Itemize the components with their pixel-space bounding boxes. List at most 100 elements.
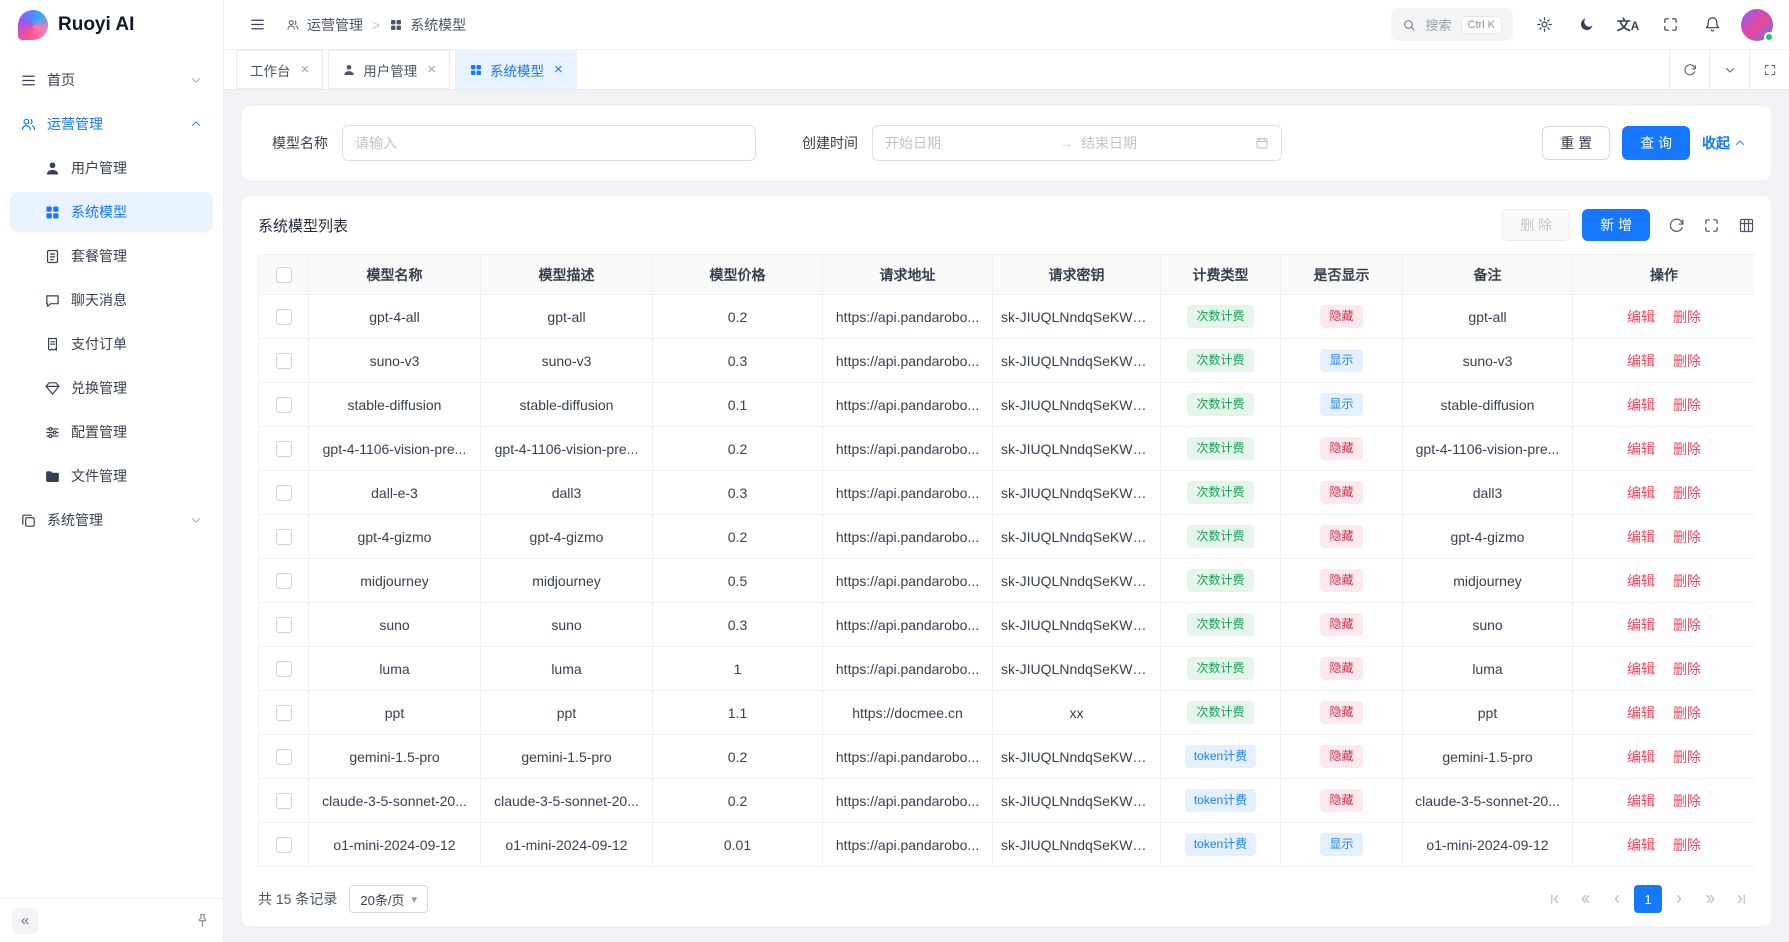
delete-link[interactable]: 删除 xyxy=(1673,441,1701,457)
query-button[interactable]: 查 询 xyxy=(1622,126,1690,160)
edit-link[interactable]: 编辑 xyxy=(1627,309,1655,325)
refresh-icon[interactable] xyxy=(1669,50,1709,89)
jump-forward-button[interactable] xyxy=(1696,885,1724,913)
tab-user-management[interactable]: 用户管理 × xyxy=(328,50,450,89)
cell-actions: 编辑 删除 xyxy=(1573,295,1756,339)
row-checkbox[interactable] xyxy=(276,441,292,457)
edit-link[interactable]: 编辑 xyxy=(1627,441,1655,457)
delete-link[interactable]: 删除 xyxy=(1673,661,1701,677)
edit-link[interactable]: 编辑 xyxy=(1627,573,1655,589)
fullscreen-icon[interactable] xyxy=(1653,8,1687,42)
sidebar-item-user-management[interactable]: 用户管理 xyxy=(10,148,213,188)
row-checkbox[interactable] xyxy=(276,529,292,545)
notification-bell-icon[interactable] xyxy=(1695,8,1729,42)
previous-page-button[interactable] xyxy=(1603,885,1631,913)
delete-link[interactable]: 删除 xyxy=(1673,705,1701,721)
page-size-select[interactable]: 20条/页 ▾ xyxy=(349,885,428,913)
sidebar-item-system-model[interactable]: 系统模型 xyxy=(10,192,213,232)
delete-link[interactable]: 删除 xyxy=(1673,749,1701,765)
row-checkbox[interactable] xyxy=(276,397,292,413)
delete-link[interactable]: 删除 xyxy=(1673,617,1701,633)
chevron-down-icon[interactable] xyxy=(1709,50,1749,89)
edit-link[interactable]: 编辑 xyxy=(1627,661,1655,677)
end-date-input[interactable] xyxy=(1081,135,1247,151)
sidebar-item-config-management[interactable]: 配置管理 xyxy=(10,412,213,452)
content-fullscreen-icon[interactable] xyxy=(1749,50,1789,89)
sidebar-item-system-management[interactable]: 系统管理 xyxy=(10,500,213,540)
cell-model-price: 1 xyxy=(653,647,823,691)
settings-gear-icon[interactable] xyxy=(1527,8,1561,42)
column-settings-icon[interactable] xyxy=(1738,217,1755,234)
edit-link[interactable]: 编辑 xyxy=(1627,837,1655,853)
row-checkbox[interactable] xyxy=(276,353,292,369)
edit-link[interactable]: 编辑 xyxy=(1627,397,1655,413)
edit-link[interactable]: 编辑 xyxy=(1627,353,1655,369)
row-checkbox[interactable] xyxy=(276,837,292,853)
reset-button[interactable]: 重 置 xyxy=(1542,126,1610,160)
avatar[interactable] xyxy=(1741,9,1773,41)
edit-link[interactable]: 编辑 xyxy=(1627,485,1655,501)
billing-type-tag: 次数计费 xyxy=(1187,437,1253,460)
collapse-filter-link[interactable]: 收起 xyxy=(1702,133,1747,153)
row-checkbox[interactable] xyxy=(276,793,292,809)
search-input[interactable]: 搜索 Ctrl K xyxy=(1391,8,1513,41)
table-fullscreen-icon[interactable] xyxy=(1703,217,1720,234)
edit-link[interactable]: 编辑 xyxy=(1627,793,1655,809)
last-page-button[interactable] xyxy=(1727,885,1755,913)
breadcrumb-system-model[interactable]: 系统模型 xyxy=(389,15,466,35)
sidebar-item-operations[interactable]: 运营管理 xyxy=(10,104,213,144)
jump-back-button[interactable] xyxy=(1572,885,1600,913)
edit-link[interactable]: 编辑 xyxy=(1627,617,1655,633)
refresh-icon[interactable] xyxy=(1668,217,1685,234)
language-translate-icon[interactable]: 文A xyxy=(1611,8,1645,42)
close-icon[interactable]: × xyxy=(427,62,436,77)
sidebar-item-chat-messages[interactable]: 聊天消息 xyxy=(10,280,213,320)
batch-delete-button[interactable]: 删 除 xyxy=(1502,209,1570,241)
row-checkbox[interactable] xyxy=(276,573,292,589)
current-page[interactable]: 1 xyxy=(1634,885,1662,913)
sidebar-collapse-button[interactable]: « xyxy=(12,908,38,934)
dark-mode-moon-icon[interactable] xyxy=(1569,8,1603,42)
sidebar-item-exchange-management[interactable]: 兑换管理 xyxy=(10,368,213,408)
row-checkbox[interactable] xyxy=(276,617,292,633)
table-container: 模型名称 模型描述 模型价格 请求地址 请求密钥 计费类型 是否显示 备注 操作 xyxy=(258,254,1755,872)
sidebar-item-label: 聊天消息 xyxy=(71,290,127,310)
add-button[interactable]: 新 增 xyxy=(1582,209,1650,241)
delete-link[interactable]: 删除 xyxy=(1673,485,1701,501)
delete-link[interactable]: 删除 xyxy=(1673,353,1701,369)
sidebar-item-package-management[interactable]: 套餐管理 xyxy=(10,236,213,276)
close-icon[interactable]: × xyxy=(301,62,310,77)
close-icon[interactable]: × xyxy=(554,62,563,77)
edit-link[interactable]: 编辑 xyxy=(1627,529,1655,545)
delete-link[interactable]: 删除 xyxy=(1673,837,1701,853)
edit-link[interactable]: 编辑 xyxy=(1627,705,1655,721)
start-date-input[interactable] xyxy=(885,135,1051,151)
delete-link[interactable]: 删除 xyxy=(1673,573,1701,589)
date-range-picker[interactable]: → xyxy=(872,125,1282,161)
row-checkbox[interactable] xyxy=(276,705,292,721)
row-checkbox[interactable] xyxy=(276,749,292,765)
delete-link[interactable]: 删除 xyxy=(1673,309,1701,325)
row-checkbox[interactable] xyxy=(276,661,292,677)
sidebar-item-file-management[interactable]: 文件管理 xyxy=(10,456,213,496)
row-checkbox[interactable] xyxy=(276,485,292,501)
app-logo[interactable]: Ruoyi AI xyxy=(0,0,223,50)
first-page-button[interactable] xyxy=(1541,885,1569,913)
edit-link[interactable]: 编辑 xyxy=(1627,749,1655,765)
chevron-down-icon: ▾ xyxy=(411,893,417,906)
sidebar-item-home[interactable]: 首页 xyxy=(10,60,213,100)
tab-workbench[interactable]: 工作台 × xyxy=(236,50,323,89)
next-page-button[interactable] xyxy=(1665,885,1693,913)
select-all-checkbox[interactable] xyxy=(276,267,292,283)
cell-actions: 编辑 删除 xyxy=(1573,735,1756,779)
sidebar-item-payment-orders[interactable]: 支付订单 xyxy=(10,324,213,364)
pin-icon[interactable] xyxy=(194,912,211,929)
delete-link[interactable]: 删除 xyxy=(1673,529,1701,545)
model-name-input[interactable] xyxy=(342,125,756,161)
delete-link[interactable]: 删除 xyxy=(1673,397,1701,413)
menu-toggle-icon[interactable] xyxy=(240,8,274,42)
breadcrumb-operations[interactable]: 运营管理 xyxy=(286,15,363,35)
row-checkbox[interactable] xyxy=(276,309,292,325)
tab-system-model[interactable]: 系统模型 × xyxy=(455,50,577,89)
delete-link[interactable]: 删除 xyxy=(1673,793,1701,809)
